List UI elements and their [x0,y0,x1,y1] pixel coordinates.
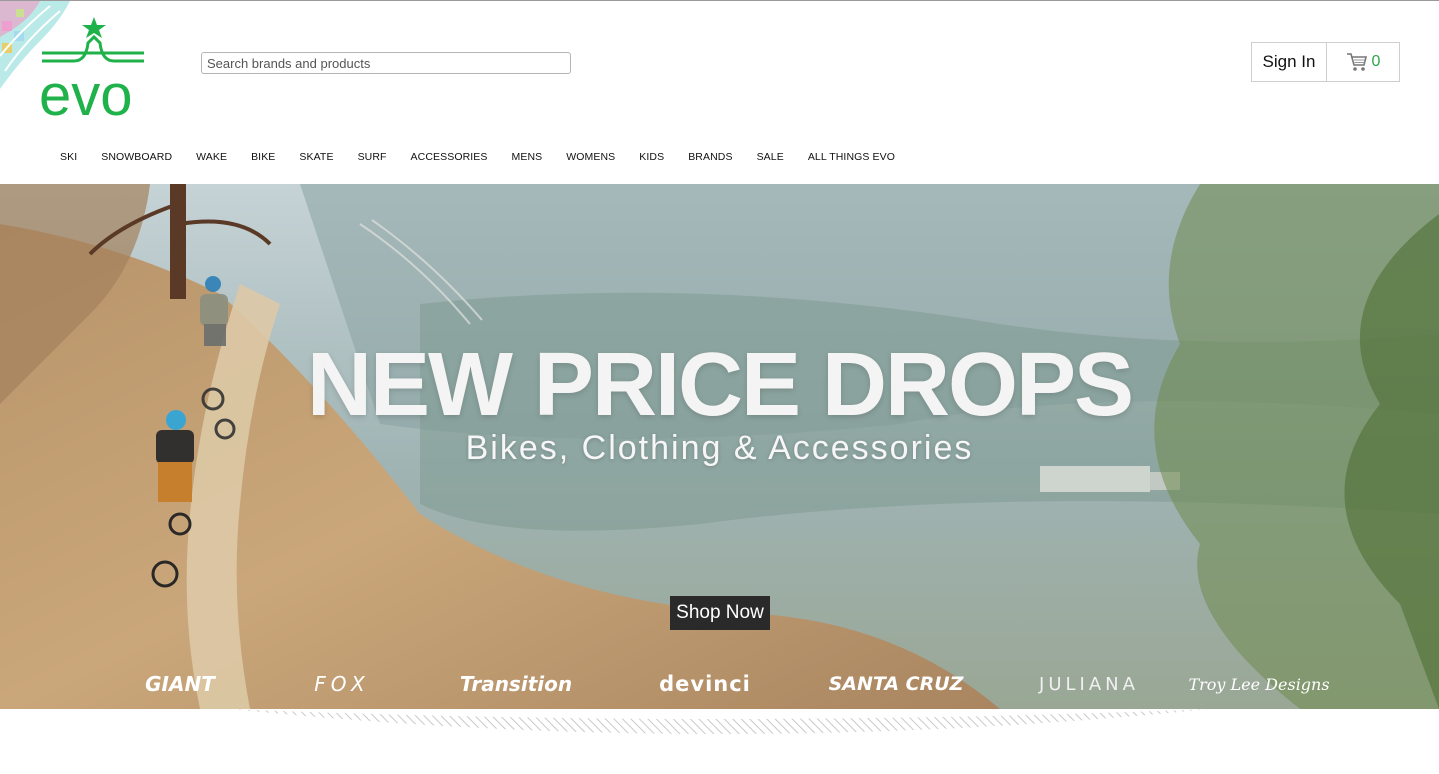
site-header: evo Sign In 0 SKI SNOWBOARD WAKE BIKE SK… [0,1,1439,183]
logo-text: evo [39,63,133,121]
nav-item-brands[interactable]: BRANDS [676,151,744,163]
nav-item-all-things-evo[interactable]: ALL THINGS EVO [796,151,907,163]
nav-item-ski[interactable]: SKI [48,151,89,163]
nav-item-womens[interactable]: WOMENS [554,151,627,163]
brand-logo-devinci[interactable]: devinci [655,669,755,699]
search-input[interactable] [201,52,571,74]
cart-button[interactable]: 0 [1327,42,1400,82]
evo-logo[interactable]: evo [36,15,152,121]
hero-headline: NEW PRICE DROPS [306,335,1134,435]
nav-item-wake[interactable]: WAKE [184,151,239,163]
brand-logo-giant[interactable]: GIANT [120,669,240,699]
nav-item-sale[interactable]: SALE [745,151,796,163]
nav-item-snowboard[interactable]: SNOWBOARD [89,151,184,163]
brand-logos: GIANT FOX Transition devinci SANTA CRUZ … [0,669,1439,699]
hero-shadow-divider [230,709,1210,734]
brand-logo-santa-cruz[interactable]: SANTA CRUZ [818,669,974,699]
nav-item-bike[interactable]: BIKE [239,151,287,163]
shop-now-button[interactable]: Shop Now [670,596,770,630]
brand-logo-juliana[interactable]: JULIANA [1028,669,1150,699]
brand-logo-fox[interactable]: FOX [300,669,384,699]
hero-subheadline: Bikes, Clothing & Accessories [465,429,974,467]
main-nav: SKI SNOWBOARD WAKE BIKE SKATE SURF ACCES… [48,151,907,163]
hero-banner[interactable]: NEW PRICE DROPS Bikes, Clothing & Access… [0,184,1439,709]
sign-in-button[interactable]: Sign In [1251,42,1327,82]
nav-item-kids[interactable]: KIDS [627,151,676,163]
nav-item-surf[interactable]: SURF [346,151,399,163]
cart-count: 0 [1371,53,1381,70]
nav-item-accessories[interactable]: ACCESSORIES [399,151,500,163]
cart-icon [1346,53,1367,71]
page: evo Sign In 0 SKI SNOWBOARD WAKE BIKE SK… [0,0,1439,774]
nav-item-mens[interactable]: MENS [500,151,555,163]
brand-logo-transition[interactable]: Transition [444,669,588,699]
account-controls: Sign In 0 [1251,42,1400,82]
brand-logo-troy-lee-designs[interactable]: Troy Lee Designs [1188,669,1329,699]
nav-item-skate[interactable]: SKATE [287,151,345,163]
